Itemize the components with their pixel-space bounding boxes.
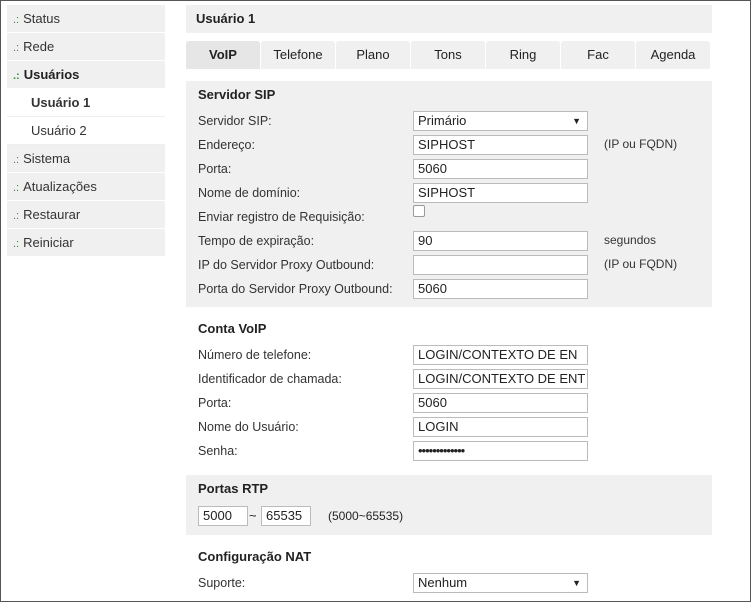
field-label: Endereço:	[198, 138, 255, 152]
sidebar-item-usuarios[interactable]: .: Usuários	[7, 61, 165, 89]
sidebar: .: Status .: Rede .: Usuários Usuário 1 Usu…	[7, 5, 165, 257]
sidebar-subitem-usuario-2[interactable]: Usuário 2	[7, 117, 165, 145]
bullet-icon: .:	[13, 182, 20, 194]
select-value: Nenhum	[418, 575, 468, 590]
sidebar-item-reiniciar[interactable]: .: Reiniciar	[7, 229, 165, 257]
form-row: Tempo de expiração: 90 segundos	[198, 229, 700, 253]
field-label: Número de telefone:	[198, 348, 312, 362]
tab-voip[interactable]: VoIP	[186, 41, 260, 69]
field-label: Enviar registro de Requisição:	[198, 210, 365, 224]
field-label: Suporte:	[198, 576, 246, 590]
proxy-ip-input[interactable]	[413, 255, 588, 275]
sidebar-item-status[interactable]: .: Status	[7, 5, 165, 33]
field-label: Porta:	[198, 162, 232, 176]
sip-port-input[interactable]: 5060	[413, 159, 588, 179]
field-label: Identificador de chamada:	[198, 372, 342, 386]
form-row: Nome do Usuário: LOGIN	[198, 415, 700, 439]
voip-account-section: Conta VoIP Número de telefone: LOGIN/CON…	[186, 315, 712, 469]
form-row: 5000 ~ 65535 (5000~65535)	[198, 503, 700, 529]
expire-time-input[interactable]: 90	[413, 231, 588, 251]
rtp-end-port-input[interactable]: 65535	[261, 506, 311, 526]
form-row: Número de telefone: LOGIN/CONTEXTO DE EN	[198, 343, 700, 367]
form-row: Servidor SIP: Primário ▼	[198, 109, 700, 133]
sidebar-item-label: Sistema	[23, 151, 71, 166]
sidebar-item-label: Usuário 2	[31, 123, 87, 138]
caller-id-input[interactable]: LOGIN/CONTEXTO DE ENT	[413, 369, 588, 389]
field-label: Porta:	[198, 396, 232, 410]
sidebar-subitem-usuario-1[interactable]: Usuário 1	[7, 89, 165, 117]
section-title: Conta VoIP	[198, 321, 267, 336]
field-label: Senha:	[198, 444, 238, 458]
sidebar-item-sistema[interactable]: .: Sistema	[7, 145, 165, 173]
tab-telefone[interactable]: Telefone	[261, 41, 335, 69]
form-row: Endereço: SIPHOST (IP ou FQDN)	[198, 133, 700, 157]
bullet-icon: .:	[13, 14, 20, 26]
form-row: Porta: 5060	[198, 157, 700, 181]
form-row: IP do Servidor Proxy Outbound: (IP ou FQ…	[198, 253, 700, 277]
sidebar-item-label: Rede	[23, 39, 55, 54]
tab-fac[interactable]: Fac	[561, 41, 635, 69]
bullet-icon: .:	[13, 238, 20, 250]
tab-plano[interactable]: Plano	[336, 41, 410, 69]
tab-tons[interactable]: Tons	[411, 41, 485, 69]
sip-server-select[interactable]: Primário ▼	[413, 111, 588, 131]
tab-bar: VoIP Telefone Plano Tons Ring Fac Agenda	[186, 41, 712, 69]
bullet-icon: .:	[13, 42, 20, 54]
form-row: Porta do Servidor Proxy Outbound: 5060	[198, 277, 700, 301]
username-input[interactable]: LOGIN	[413, 417, 588, 437]
select-value: Primário	[418, 113, 467, 128]
field-note: segundos	[604, 233, 657, 247]
tab-agenda[interactable]: Agenda	[636, 41, 710, 69]
form-row: Senha: •••••••••••••	[198, 439, 700, 463]
section-title: Configuração NAT	[198, 549, 312, 564]
caret-down-icon: ▼	[572, 578, 581, 588]
nat-config-section: Configuração NAT Suporte: Nenhum ▼	[186, 543, 712, 601]
form-row: Nome de domínio: SIPHOST	[198, 181, 700, 205]
nat-support-select[interactable]: Nenhum ▼	[413, 573, 588, 593]
rtp-start-port-input[interactable]: 5000	[198, 506, 248, 526]
form-row: Porta: 5060	[198, 391, 700, 415]
field-label: Tempo de expiração:	[198, 234, 315, 248]
phone-number-input[interactable]: LOGIN/CONTEXTO DE EN	[413, 345, 588, 365]
send-register-checkbox[interactable]	[413, 205, 425, 217]
sidebar-item-rede[interactable]: .: Rede	[7, 33, 165, 61]
sidebar-item-atualizacoes[interactable]: .: Atualizações	[7, 173, 165, 201]
form-row: Identificador de chamada: LOGIN/CONTEXTO…	[198, 367, 700, 391]
field-label: IP do Servidor Proxy Outbound:	[198, 258, 375, 272]
field-label: Nome do Usuário:	[198, 420, 299, 434]
sidebar-item-label: Usuários	[23, 67, 80, 82]
main-content: Usuário 1 VoIP Telefone Plano Tons Ring …	[186, 5, 712, 601]
address-input[interactable]: SIPHOST	[413, 135, 588, 155]
field-note: (IP ou FQDN)	[604, 257, 678, 271]
sip-server-section: Servidor SIP Servidor SIP: Primário ▼ En…	[186, 81, 712, 307]
bullet-icon: .:	[13, 210, 20, 222]
form-row: Suporte: Nenhum ▼	[198, 571, 700, 595]
password-input[interactable]: •••••••••••••	[413, 441, 588, 461]
sidebar-item-label: Reiniciar	[23, 235, 74, 250]
sidebar-item-label: Status	[23, 11, 60, 26]
voip-port-input[interactable]: 5060	[413, 393, 588, 413]
field-label: Porta do Servidor Proxy Outbound:	[198, 282, 393, 296]
sidebar-item-label: Usuário 1	[31, 95, 91, 110]
proxy-port-input[interactable]: 5060	[413, 279, 588, 299]
form-row: Enviar registro de Requisição:	[198, 205, 700, 229]
field-note: (5000~65535)	[328, 509, 404, 523]
bullet-icon: .:	[13, 154, 20, 166]
section-title: Servidor SIP	[198, 87, 276, 102]
field-label: Servidor SIP:	[198, 114, 272, 128]
sidebar-item-label: Atualizações	[23, 179, 97, 194]
bullet-icon: .:	[13, 70, 20, 82]
window-frame: .: Status .: Rede .: Usuários Usuário 1 Usu…	[0, 0, 751, 602]
sidebar-item-restaurar[interactable]: .: Restaurar	[7, 201, 165, 229]
field-label: Nome de domínio:	[198, 186, 301, 200]
domain-input[interactable]: SIPHOST	[413, 183, 588, 203]
field-note: (IP ou FQDN)	[604, 137, 678, 151]
section-title: Portas RTP	[198, 481, 269, 496]
range-separator: ~	[249, 508, 257, 523]
page-title: Usuário 1	[186, 5, 712, 33]
caret-down-icon: ▼	[572, 116, 581, 126]
rtp-ports-section: Portas RTP 5000 ~ 65535 (5000~65535)	[186, 475, 712, 535]
sidebar-item-label: Restaurar	[23, 207, 81, 222]
tab-ring[interactable]: Ring	[486, 41, 560, 69]
